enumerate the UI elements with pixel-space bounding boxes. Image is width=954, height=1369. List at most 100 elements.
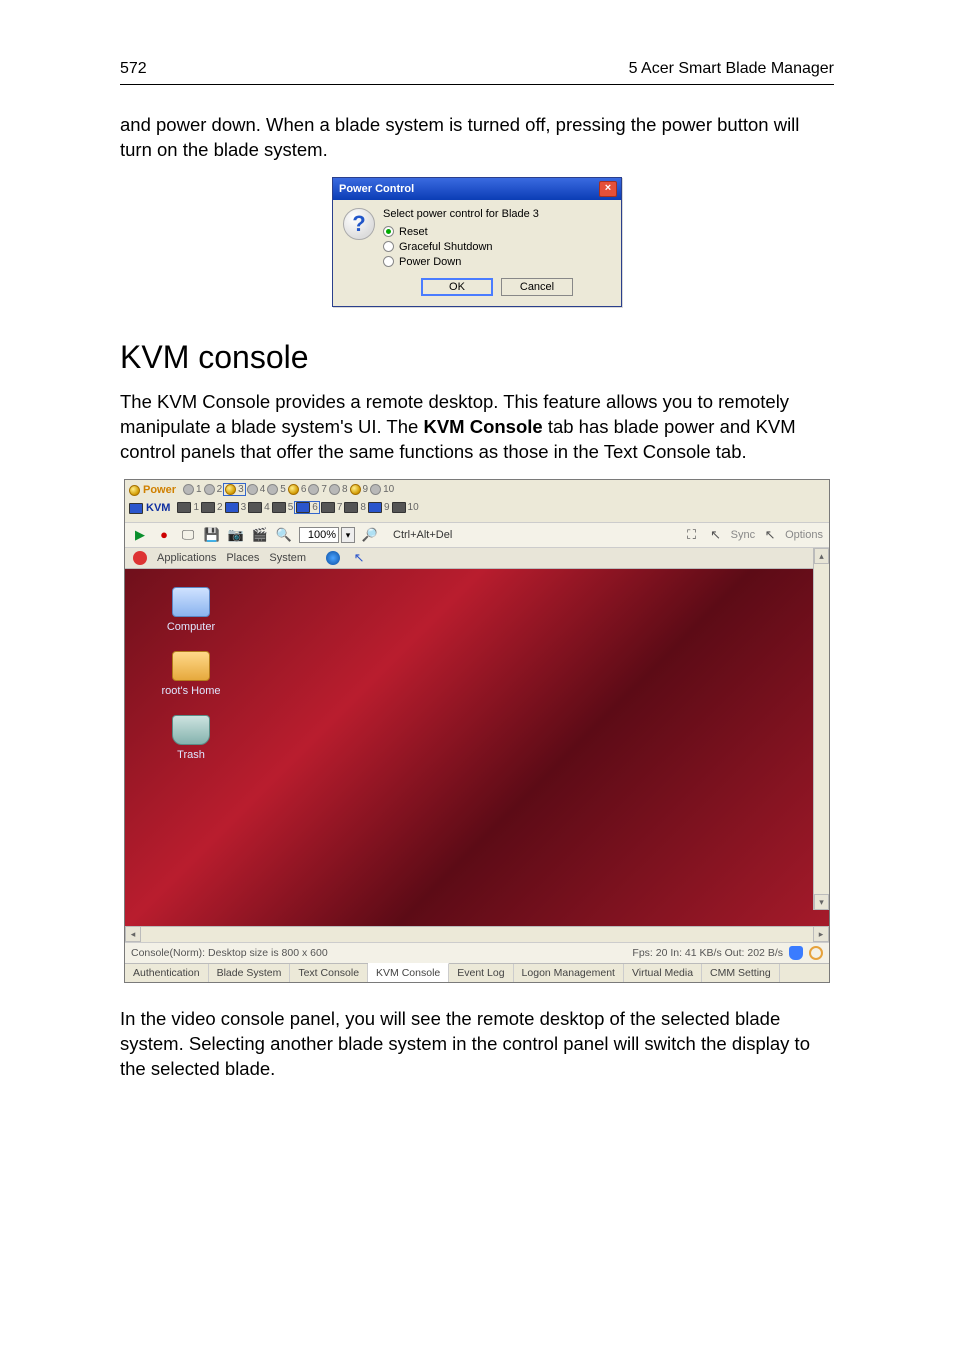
power-slot-9[interactable]: 9: [349, 484, 370, 495]
slot-number: 9: [384, 502, 390, 513]
horizontal-scrollbar[interactable]: ◂ ▸: [125, 926, 829, 942]
zoom-dropdown-icon[interactable]: ▾: [341, 527, 355, 543]
remote-desktop-view[interactable]: Applications Places System ↖ Computer root'…: [125, 548, 829, 926]
tab-virtual-media[interactable]: Virtual Media: [624, 964, 702, 982]
kvm-slot-4[interactable]: 4: [247, 502, 271, 513]
desktop-icon-label: root's Home: [151, 685, 231, 697]
kvm-monitor-icon: [129, 503, 143, 514]
tab-kvm-console[interactable]: KVM Console: [368, 963, 449, 982]
power-led-icon: [204, 484, 215, 495]
vertical-scrollbar[interactable]: ▴ ▾: [813, 548, 829, 910]
kvm-slot-10[interactable]: 10: [391, 502, 420, 513]
tab-bar: AuthenticationBlade SystemText ConsoleKV…: [125, 963, 829, 982]
clock-icon: [809, 946, 823, 960]
kvm-slot-5[interactable]: 5: [271, 502, 295, 513]
scroll-up-icon[interactable]: ▴: [814, 548, 829, 564]
scroll-left-icon[interactable]: ◂: [125, 926, 141, 942]
power-label-text: Power: [143, 484, 176, 496]
sync-label[interactable]: Sync: [731, 529, 755, 541]
ok-button[interactable]: OK: [421, 278, 493, 296]
ctrl-alt-del-button[interactable]: Ctrl+Alt+Del: [385, 527, 460, 543]
kvm-slot-7[interactable]: 7: [320, 502, 344, 513]
close-icon[interactable]: ×: [599, 181, 617, 197]
power-led-icon: [225, 484, 236, 495]
desktop-icon-computer[interactable]: Computer: [151, 587, 231, 633]
power-slot-6[interactable]: 6: [287, 484, 308, 495]
power-slot-2[interactable]: 2: [203, 484, 224, 495]
play-icon[interactable]: ▶: [131, 527, 149, 543]
zoom-in-icon[interactable]: 🔍: [275, 527, 293, 543]
radio-icon[interactable]: [383, 241, 394, 252]
dialog-title: Power Control: [339, 183, 414, 195]
desktop-icon-root-s-home[interactable]: root's Home: [151, 651, 231, 697]
slot-number: 5: [288, 502, 294, 513]
desktop-icon-trash[interactable]: Trash: [151, 715, 231, 761]
zoom-out-icon[interactable]: 🔎: [361, 527, 379, 543]
power-slot-7[interactable]: 7: [307, 484, 328, 495]
power-slot-10[interactable]: 10: [369, 484, 395, 495]
world-icon[interactable]: [326, 551, 340, 565]
power-led-icon: [308, 484, 319, 495]
tab-authentication[interactable]: Authentication: [125, 964, 209, 982]
kvm-label-text: KVM: [146, 502, 170, 514]
power-slot-4[interactable]: 4: [246, 484, 267, 495]
kvm-slot-2[interactable]: 2: [200, 502, 224, 513]
kvm-slot-8[interactable]: 8: [343, 502, 367, 513]
gnome-foot-icon[interactable]: [133, 551, 147, 565]
tab-event-log[interactable]: Event Log: [449, 964, 513, 982]
outro-paragraph: In the video console panel, you will see…: [120, 1007, 834, 1082]
camera-icon[interactable]: 📷: [227, 527, 245, 543]
kvm-slot-3[interactable]: 3: [224, 502, 248, 513]
power-slot-1[interactable]: 1: [182, 484, 203, 495]
slot-number: 4: [260, 484, 266, 495]
options-label[interactable]: Options: [785, 529, 823, 541]
tab-cmm-setting[interactable]: CMM Setting: [702, 964, 780, 982]
gnome-menu-system[interactable]: System: [269, 552, 306, 564]
cursor-panel-icon: ↖: [350, 550, 368, 566]
tab-text-console[interactable]: Text Console: [290, 964, 368, 982]
slot-number: 8: [342, 484, 348, 495]
scroll-right-icon[interactable]: ▸: [813, 926, 829, 942]
radio-option-graceful-shutdown[interactable]: Graceful Shutdown: [383, 241, 611, 253]
radio-label: Power Down: [399, 256, 461, 268]
gnome-menu-applications[interactable]: Applications: [157, 552, 216, 564]
kvm-control-panel: Power 12345678910 KVM 12345678910: [125, 480, 829, 522]
monitor-slot-icon: [272, 502, 286, 513]
zoom-value[interactable]: 100%: [299, 527, 339, 543]
radio-option-power-down[interactable]: Power Down: [383, 256, 611, 268]
gnome-menu-places[interactable]: Places: [226, 552, 259, 564]
power-led-icon: [288, 484, 299, 495]
cursor-icon[interactable]: ↖: [707, 527, 725, 543]
desktop-icon-label: Computer: [151, 621, 231, 633]
slot-number: 8: [360, 502, 366, 513]
power-slot-5[interactable]: 5: [266, 484, 287, 495]
floppy-icon[interactable]: 💾: [203, 527, 221, 543]
power-slot-8[interactable]: 8: [328, 484, 349, 495]
monitor-slot-icon: [392, 502, 406, 513]
radio-option-reset[interactable]: Reset: [383, 226, 611, 238]
zoom-control[interactable]: 100% ▾: [299, 527, 355, 543]
header-rule: [120, 84, 834, 85]
scroll-down-icon[interactable]: ▾: [814, 894, 829, 910]
power-slot-3[interactable]: 3: [223, 483, 246, 496]
kvm-slot-1[interactable]: 1: [176, 502, 200, 513]
video-icon[interactable]: 🎬: [251, 527, 269, 543]
dialog-titlebar[interactable]: Power Control ×: [333, 178, 621, 200]
slot-number: 10: [383, 484, 394, 495]
power-led-icon: [370, 484, 381, 495]
slot-number: 3: [238, 484, 244, 495]
monitor-icon[interactable]: 🖵: [179, 527, 197, 543]
kvm-slot-6[interactable]: 6: [294, 501, 320, 514]
tab-logon-management[interactable]: Logon Management: [514, 964, 624, 982]
record-icon[interactable]: ●: [155, 527, 173, 543]
gnome-top-panel[interactable]: Applications Places System ↖: [125, 548, 829, 569]
tab-blade-system[interactable]: Blade System: [209, 964, 291, 982]
fullscreen-icon[interactable]: ⛶: [683, 527, 701, 543]
cancel-button[interactable]: Cancel: [501, 278, 573, 296]
cursor2-icon[interactable]: ↖: [761, 527, 779, 543]
slot-number: 2: [217, 484, 223, 495]
radio-icon[interactable]: [383, 226, 394, 237]
kvm-slot-9[interactable]: 9: [367, 502, 391, 513]
radio-label: Graceful Shutdown: [399, 241, 493, 253]
radio-icon[interactable]: [383, 256, 394, 267]
